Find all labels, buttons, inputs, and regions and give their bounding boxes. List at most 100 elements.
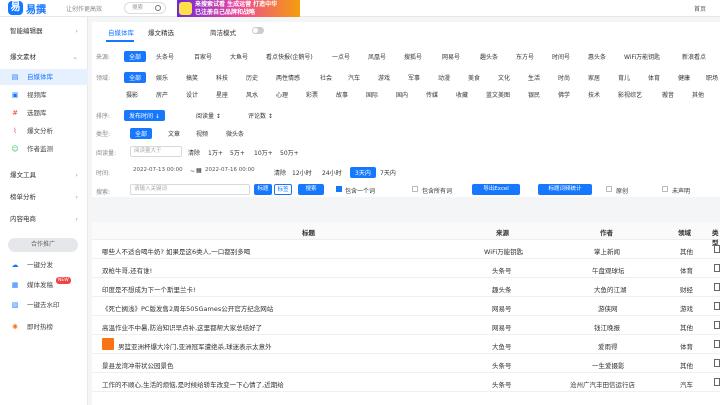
read-count-input[interactable]: 阅读量大于 (130, 146, 182, 157)
keyword-input[interactable]: 请输入关键词 (130, 184, 250, 195)
simple-mode-toggle[interactable] (252, 27, 264, 34)
source-chip[interactable]: 惠头条 (588, 52, 606, 61)
sidebar-item-article-analysis[interactable]: ⌇ 爆文分析 (0, 123, 88, 139)
table-row[interactable]: 双枪牛哥,还有谁! 头条号 午盘观球坛 体育 (92, 259, 720, 278)
read-preset-chip[interactable]: 5万+ (230, 148, 245, 157)
table-row[interactable]: 工作的不顺心,生活的烦恼,是时候给轿车改变一下心情了,近期给 头条号 沧州广汽丰… (92, 373, 720, 392)
type-chip[interactable]: 全部 (130, 128, 153, 139)
row-author[interactable]: 一生爱摄影 (592, 360, 625, 370)
field-chip[interactable]: 彩票 (306, 90, 318, 99)
row-author[interactable]: 午盘观球坛 (592, 265, 625, 275)
field-chip[interactable]: 社会 (320, 73, 332, 82)
sort-chip[interactable]: 评论数 ↕ (248, 111, 273, 120)
source-chip[interactable]: 头条号 (156, 52, 174, 61)
row-title[interactable]: 《死亡搁浅》PC版发售2周年505Games公开官方纪念网站 (102, 303, 472, 313)
source-chip[interactable]: 大鱼号 (230, 52, 248, 61)
field-chip[interactable]: 动漫 (438, 73, 450, 82)
row-title[interactable]: 双枪牛哥,还有谁! (102, 265, 472, 275)
field-chip[interactable]: 心理 (276, 90, 288, 99)
field-chip[interactable]: 传媒 (426, 90, 438, 99)
source-chip[interactable]: 网易号 (442, 52, 460, 61)
tab-media-library[interactable]: 自媒体库 (108, 27, 134, 37)
field-chip[interactable]: 蓝文美图 (486, 90, 510, 99)
field-chip[interactable]: 美食 (468, 73, 480, 82)
time-preset-chip[interactable]: 12小时 (292, 168, 312, 177)
search-button[interactable]: 搜索 (298, 184, 324, 195)
include-all-checkbox[interactable] (412, 186, 418, 192)
sidebar-group-tools[interactable]: 爆文工具 › (0, 167, 88, 183)
type-chip[interactable]: 视频 (196, 129, 208, 138)
read-preset-chip[interactable]: 1万+ (208, 148, 223, 157)
app-logo[interactable]: 易 (8, 1, 23, 15)
sidebar-item-one-click-distribute[interactable]: ☁ 一键分发 (0, 257, 88, 273)
field-chip[interactable]: 游戏 (378, 73, 390, 82)
read-preset-chip[interactable]: 50万+ (280, 148, 299, 157)
table-row[interactable]: 男篮亚洲杯爆大冷门,亚洲冠军遭绝杀,球迷表示太意外 大鱼号 爱雨得 体育 (92, 335, 720, 354)
field-chip[interactable]: 国际 (366, 90, 378, 99)
source-chip[interactable]: 新浪看点 (682, 52, 706, 61)
sidebar-item-media-publish[interactable]: ▦ 媒体发稿 NEW (0, 277, 88, 293)
global-search-input[interactable]: 搜索 (124, 2, 166, 14)
type-chip[interactable]: 微头条 (226, 129, 244, 138)
field-chip[interactable]: 国内 (396, 90, 408, 99)
export-excel-button[interactable]: 导出Excel (472, 184, 520, 195)
date-from-input[interactable]: 2022-07-13 00:00 (130, 166, 188, 177)
table-row[interactable]: 哪些人不适合喝牛奶? 如果是这6类人,一口都别多喝 WiFi万能钥匙 掌上新闻 … (92, 240, 720, 259)
field-chip[interactable]: 职场 (706, 73, 718, 82)
source-chip[interactable]: 时间号 (552, 52, 570, 61)
home-link[interactable]: 首页 (694, 4, 706, 13)
sidebar-group-ecommerce[interactable]: 内容电商 › (0, 211, 88, 227)
field-chip[interactable]: 佛学 (558, 90, 570, 99)
source-chip[interactable]: WiFi万能钥匙 (624, 52, 660, 61)
sidebar-group-rankings[interactable]: 榜单分析 › (0, 189, 88, 205)
field-chip[interactable]: 影视综艺 (618, 90, 642, 99)
field-chip[interactable]: 搞笑 (186, 73, 198, 82)
row-title[interactable]: 哪些人不适合喝牛奶? 如果是这6类人,一口都别多喝 (102, 246, 472, 256)
field-chip[interactable]: 军事 (408, 73, 420, 82)
time-preset-chip[interactable]: 24小时 (322, 168, 342, 177)
app-name[interactable]: 易撰 (26, 1, 46, 16)
row-author[interactable]: 钱江晚报 (594, 322, 620, 332)
field-chip[interactable]: 家居 (588, 73, 600, 82)
sidebar-item-remove-watermark[interactable]: ▧ 一键去水印 (0, 297, 88, 313)
field-chip[interactable]: 收藏 (456, 90, 468, 99)
field-chip[interactable]: 文化 (498, 73, 510, 82)
read-clear-button[interactable]: 清除 (188, 148, 200, 157)
table-row[interactable]: 高温作业不中暑,防治知识早点补,这里都帮大家总结好了 网易号 钱江晚报 其他 (92, 316, 720, 335)
field-chip[interactable]: 风水 (246, 90, 258, 99)
sidebar-item-media-library[interactable]: ▤ 自媒体库 (0, 69, 88, 85)
field-chip[interactable]: 摄影 (126, 90, 138, 99)
date-to-input[interactable]: 2022-07-16 00:00 (202, 166, 260, 177)
original-checkbox[interactable] (606, 186, 612, 192)
source-chip[interactable]: 东方号 (516, 52, 534, 61)
type-chip[interactable]: 文章 (168, 129, 180, 138)
field-chip[interactable]: 汽车 (348, 73, 360, 82)
search-icon[interactable] (155, 5, 161, 11)
row-title[interactable]: 工作的不顺心,生活的烦恼,是时候给轿车改变一下心情了,近期给 (102, 379, 472, 389)
field-chip[interactable]: 星座 (216, 90, 228, 99)
row-author[interactable]: 游侠网 (598, 303, 618, 313)
source-chip[interactable]: 百家号 (194, 52, 212, 61)
sidebar-item-author-monitor[interactable]: ☺ 作者监测 (0, 141, 88, 157)
table-row[interactable]: 印度是不想成为下一个斯里兰卡! 趣头条 大鱼的江湖 财经 (92, 278, 720, 297)
read-preset-chip[interactable]: 10万+ (254, 148, 273, 157)
row-author[interactable]: 大鱼的江湖 (594, 284, 627, 294)
sort-chip[interactable]: 发布时间 ↓ (124, 110, 165, 121)
time-preset-chip[interactable]: 3天内 (350, 167, 376, 178)
field-chip[interactable]: 其他 (692, 90, 704, 99)
article-thumbnail[interactable] (102, 338, 114, 350)
field-chip[interactable]: 设计 (186, 90, 198, 99)
promo-banner[interactable]: 来搜索试看 生成运营 打造中华 已注册自己品牌和战略 (177, 0, 300, 17)
source-chip[interactable]: 一点号 (332, 52, 350, 61)
row-title[interactable]: 印度是不想成为下一个斯里兰卡! (102, 284, 472, 294)
table-row[interactable]: 景县龙湾冲带状公园景色 头条号 一生爱摄影 其他 (92, 354, 720, 373)
field-chip[interactable]: 时尚 (558, 73, 570, 82)
include-word-checkbox[interactable] (336, 186, 342, 192)
field-chip[interactable]: 体育 (648, 73, 660, 82)
row-author[interactable]: 爱雨得 (598, 341, 618, 351)
source-chip[interactable]: 看点快报(企鹅号) (266, 52, 313, 61)
row-title[interactable]: 景县龙湾冲带状公园景色 (102, 360, 472, 370)
source-chip[interactable]: 全部 (124, 51, 147, 62)
tab-featured[interactable]: 爆文精选 (148, 27, 174, 37)
field-chip[interactable]: 房产 (156, 90, 168, 99)
